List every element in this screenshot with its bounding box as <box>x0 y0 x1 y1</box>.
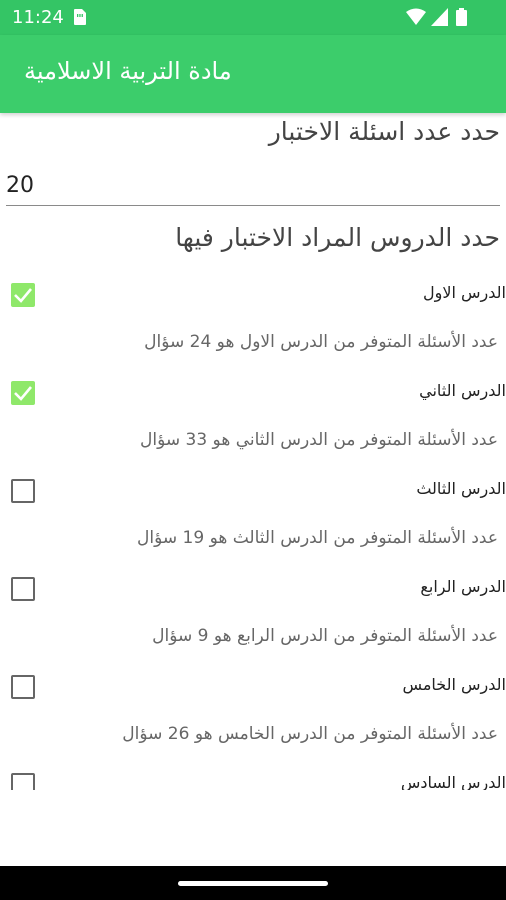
app-bar: مادة التربية الاسلامية <box>0 35 506 113</box>
lesson-2-checkbox[interactable] <box>11 381 35 405</box>
lesson-5-checkbox[interactable] <box>11 675 35 699</box>
lesson-1-title: الدرس الاول <box>423 283 506 302</box>
lesson-5-question-count: عدد الأسئلة المتوفر من الدرس الخامس هو 2… <box>122 724 498 744</box>
signal-icon <box>431 8 448 26</box>
checkmark-icon <box>14 386 32 401</box>
lesson-5-title: الدرس الخامس <box>402 675 506 694</box>
app-title: مادة التربية الاسلامية <box>24 57 232 85</box>
question-count-label: حدد عدد اسئلة الاختبار <box>268 117 500 146</box>
lesson-item-5[interactable]: الدرس الخامس عدد الأسئلة المتوفر من الدر… <box>0 675 506 773</box>
lesson-4-title: الدرس الرابع <box>420 577 506 596</box>
navigation-bar <box>0 866 506 900</box>
lesson-item-4[interactable]: الدرس الرابع عدد الأسئلة المتوفر من الدر… <box>0 577 506 675</box>
question-count-input[interactable] <box>6 165 500 206</box>
home-gesture-handle[interactable] <box>178 881 328 886</box>
lesson-3-title: الدرس الثالث <box>416 479 506 498</box>
lesson-3-checkbox[interactable] <box>11 479 35 503</box>
quiz-settings-list[interactable]: حدد عدد اسئلة الاختبار حدد الدروس المراد… <box>0 113 506 790</box>
battery-icon <box>456 8 467 26</box>
lesson-item-3[interactable]: الدرس الثالث عدد الأسئلة المتوفر من الدر… <box>0 479 506 577</box>
lesson-4-question-count: عدد الأسئلة المتوفر من الدرس الرابع هو 9… <box>152 626 498 646</box>
lesson-6-checkbox[interactable] <box>11 773 35 790</box>
lesson-item-2[interactable]: الدرس الثاني عدد الأسئلة المتوفر من الدر… <box>0 381 506 479</box>
status-time: 11:24 <box>12 7 64 28</box>
sim-card-icon <box>74 9 86 25</box>
lesson-2-question-count: عدد الأسئلة المتوفر من الدرس الثاني هو 3… <box>140 430 498 450</box>
wifi-icon <box>406 8 426 25</box>
checkmark-icon <box>14 288 32 303</box>
lesson-1-question-count: عدد الأسئلة المتوفر من الدرس الاول هو 24… <box>144 332 498 352</box>
lessons-select-label: حدد الدروس المراد الاختبار فيها <box>175 223 500 252</box>
lesson-item-1[interactable]: الدرس الاول عدد الأسئلة المتوفر من الدرس… <box>0 283 506 381</box>
lesson-1-checkbox[interactable] <box>11 283 35 307</box>
lesson-3-question-count: عدد الأسئلة المتوفر من الدرس الثالث هو 1… <box>137 528 498 548</box>
lesson-6-title: الدرس السادس <box>400 773 506 790</box>
lesson-2-title: الدرس الثاني <box>419 381 506 400</box>
lesson-4-checkbox[interactable] <box>11 577 35 601</box>
status-bar: 11:24 <box>0 0 506 35</box>
lesson-item-6[interactable]: الدرس السادس <box>0 773 506 790</box>
